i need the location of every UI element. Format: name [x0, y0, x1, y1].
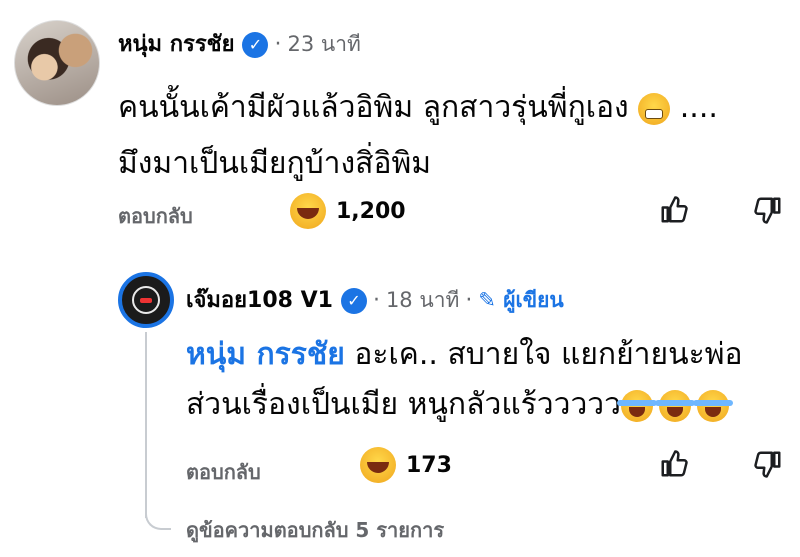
reply-author-name[interactable]: เจ๊มอย108 V1: [186, 288, 333, 313]
thumbs-up-icon: [661, 196, 688, 223]
avatar-logo-icon: [132, 286, 160, 314]
separator-dot: ·: [372, 288, 380, 313]
reply-line-1: หนุ่ม กรรชัย อะเค.. สบายใจ แยกย้ายนะพ่อ: [186, 330, 800, 380]
mention-link[interactable]: หนุ่ม กรรชัย: [186, 337, 345, 372]
author-badge: ✎ ผู้เขียน: [478, 288, 563, 312]
grimacing-emoji-icon: [638, 92, 671, 125]
thumbs-down-icon: [754, 197, 781, 224]
view-more-replies-link[interactable]: ดูข้อความตอบกลับ 5 รายการ: [186, 514, 444, 546]
author-badge-label: ผู้เขียน: [503, 288, 564, 312]
comment-body: คนนั้นเค้ามีผัวแล้วอิพิม ลูกสาวรุ่นพี่กู…: [118, 80, 788, 192]
reply-line-2: ส่วนเรื่องเป็นเมีย หนูกลัวแร้ววววว: [186, 380, 800, 430]
separator-dot: ·: [274, 32, 282, 57]
thread-line-curve: [145, 506, 171, 530]
commenter-avatar[interactable]: [14, 20, 100, 106]
comment-line-1: คนนั้นเค้ามีผัวแล้วอิพิม ลูกสาวรุ่นพี่กู…: [118, 80, 788, 136]
tears-of-joy-emoji-icon: [617, 389, 657, 422]
thumbs-up-icon: [661, 450, 688, 477]
reply-timestamp[interactable]: 18 นาที: [386, 288, 459, 312]
reply-body: หนุ่ม กรรชัย อะเค.. สบายใจ แยกย้ายนะพ่อ …: [186, 330, 800, 430]
pencil-icon: ✎: [478, 288, 496, 312]
comment-like-button[interactable]: [654, 190, 694, 230]
verified-badge-icon: ✓: [242, 32, 269, 58]
haha-reaction-icon: [360, 447, 396, 483]
comment-text-suffix: ....: [679, 90, 718, 125]
comment-reactions[interactable]: 1,200: [290, 193, 406, 229]
comment-text-1: คนนั้นเค้ามีผัวแล้วอิพิม ลูกสาวรุ่นพี่กู…: [118, 90, 629, 125]
reply-like-button[interactable]: [654, 444, 694, 484]
reply-reactions[interactable]: 173: [360, 447, 452, 483]
tears-of-joy-emoji-icon: [693, 389, 733, 422]
separator-dot: ·: [465, 288, 473, 313]
comment-reaction-count: 1,200: [336, 198, 406, 224]
reply-header: เจ๊มอย108 V1 ✓ · 18 นาที · ✎ ผู้เขียน: [186, 282, 564, 317]
comment-header: หนุ่ม กรรชัย ✓ · 23 นาที: [118, 26, 361, 61]
comment-timestamp[interactable]: 23 นาที: [287, 32, 360, 56]
thumbs-down-icon: [754, 451, 781, 478]
comment-line-2: มึงมาเป็นเมียกูบ้างสิ่อิพิม: [118, 146, 432, 181]
comment-author-name[interactable]: หนุ่ม กรรชัย: [118, 32, 234, 57]
haha-reaction-icon: [290, 193, 326, 229]
reply-text-1: อะเค.. สบายใจ แยกย้ายนะพ่อ: [354, 337, 743, 372]
verified-badge-icon: ✓: [340, 288, 367, 314]
comment-dislike-button[interactable]: [748, 190, 788, 230]
reply-author-avatar[interactable]: [118, 272, 174, 328]
thread-line: [145, 332, 147, 518]
reply-reaction-count: 173: [406, 452, 452, 478]
tears-of-joy-emoji-icon: [655, 389, 695, 422]
reply-reply-button[interactable]: ตอบกลับ: [186, 456, 261, 488]
comment-reply-button[interactable]: ตอบกลับ: [118, 200, 193, 232]
reply-dislike-button[interactable]: [748, 444, 788, 484]
reply-text-2: ส่วนเรื่องเป็นเมีย หนูกลัวแร้ววววว: [186, 387, 621, 422]
